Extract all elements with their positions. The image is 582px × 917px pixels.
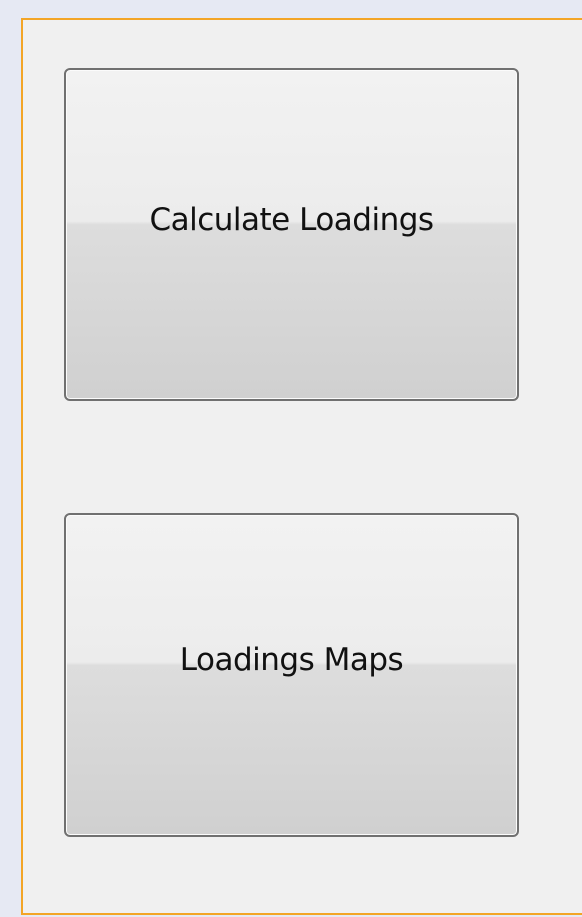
loadings-maps-label: Loadings Maps xyxy=(179,642,404,678)
calculate-loadings-label: Calculate Loadings xyxy=(149,201,434,238)
button-panel: Calculate Loadings Loadings Maps xyxy=(21,18,582,915)
calculate-loadings-button[interactable]: Calculate Loadings xyxy=(64,68,519,401)
loadings-maps-button[interactable]: Loadings Maps xyxy=(64,513,519,837)
